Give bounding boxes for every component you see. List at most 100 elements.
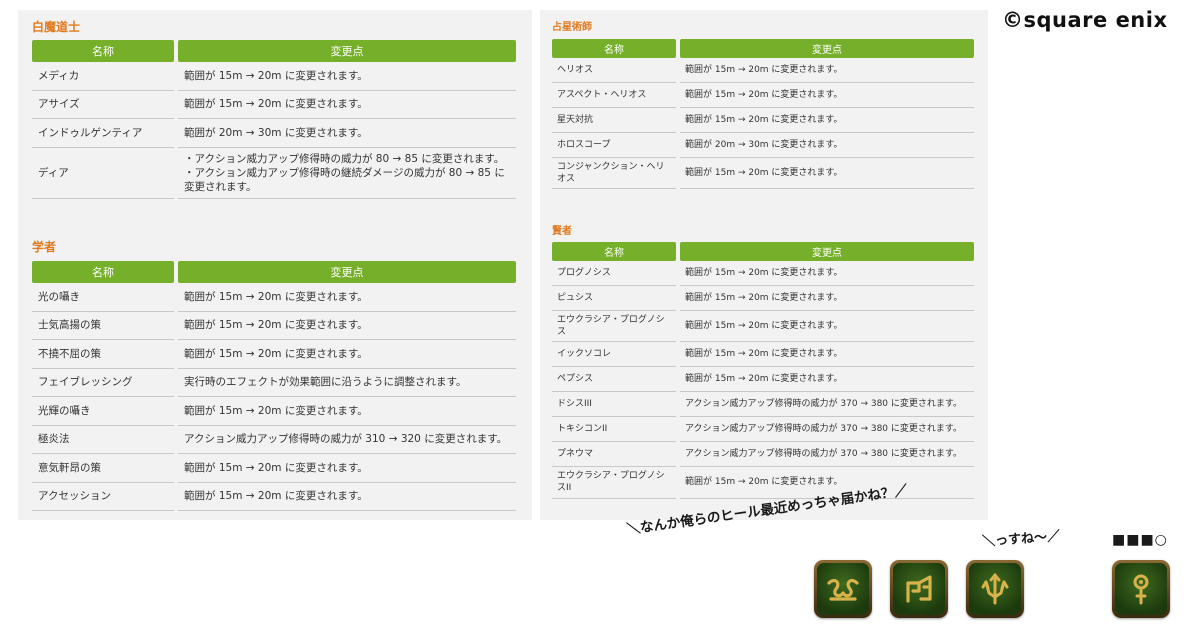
skill-name: ピュシス [552, 286, 676, 311]
table-row: エウクラシア・プログノシス 範囲が 15m → 20m に変更されます。 [552, 311, 974, 343]
skill-name: エウクラシア・プログノシス [552, 311, 676, 343]
scholar-icon-glyph [906, 575, 932, 603]
skill-name: コンジャンクション・ヘリオス [552, 158, 676, 190]
table-row: 光の囁き 範囲が 15m → 20m に変更されます。 [32, 283, 516, 312]
skill-name: 意気軒昂の策 [32, 454, 174, 483]
table-row: アサイズ 範囲が 15m → 20m に変更されます。 [32, 91, 516, 119]
skill-name: イックソコレ [552, 342, 676, 368]
skill-name: インドゥルゲンティア [32, 119, 174, 148]
table-row: アクセッション 範囲が 15m → 20m に変更されます。 [32, 483, 516, 511]
skill-change: 実行時のエフェクトが効果範囲に沿うように調整されます。 [178, 369, 516, 397]
header-name: 名称 [32, 261, 174, 283]
table-row: ディア ・アクション威力アップ修得時の威力が 80 → 85 に変更されます。 … [32, 148, 516, 200]
skill-change: 範囲が 15m → 20m に変更されます。 [178, 283, 516, 312]
skill-change: 範囲が 15m → 20m に変更されます。 [680, 367, 974, 393]
skill-name: メディカ [32, 62, 174, 91]
skill-name: ペプシス [552, 367, 676, 393]
skill-name: 極炎法 [32, 426, 174, 454]
skill-change: 範囲が 15m → 20m に変更されます。 [680, 342, 974, 368]
astrologian-table: 名称 変更点 ヘリオス 範囲が 15m → 20m に変更されます。 アスペクト… [548, 39, 978, 190]
header-name: 名称 [32, 40, 174, 62]
table-row: 星天対抗 範囲が 15m → 20m に変更されます。 [552, 108, 974, 133]
copyright-text: ©square enix [1002, 8, 1168, 32]
speech-line-3: ■■■○ [1112, 532, 1168, 548]
section-title-sage: 賢者 [552, 226, 572, 237]
skill-change: アクション威力アップ修得時の威力が 310 → 320 に変更されます。 [178, 426, 516, 454]
header-change: 変更点 [680, 242, 974, 261]
table-row: フェイブレッシング 実行時のエフェクトが効果範囲に沿うように調整されます。 [32, 369, 516, 397]
section-title-astrologian: 占星術師 [552, 22, 592, 33]
skill-change: アクション威力アップ修得時の威力が 370 → 380 に変更されます。 [680, 442, 974, 468]
skill-name: フェイブレッシング [32, 369, 174, 397]
skill-change: 範囲が 15m → 20m に変更されます。 [178, 483, 516, 511]
table-row: ピュシス 範囲が 15m → 20m に変更されます。 [552, 286, 974, 311]
table-row: コンジャンクション・ヘリオス 範囲が 15m → 20m に変更されます。 [552, 158, 974, 190]
section-title-scholar: 学者 [32, 240, 57, 254]
astrologian-job-icon [1112, 560, 1170, 618]
sage-table: 名称 変更点 プログノシス 範囲が 15m → 20m に変更されます。 ピュシ… [548, 242, 978, 499]
table-row: エウクラシア・プログノシスII 範囲が 15m → 20m に変更されます。 [552, 467, 974, 499]
skill-name: ディア [32, 148, 174, 200]
skill-change: 範囲が 15m → 20m に変更されます。 [178, 91, 516, 119]
header-change: 変更点 [680, 39, 974, 58]
skill-name: 星天対抗 [552, 108, 676, 133]
section-title-white-mage: 白魔道士 [32, 20, 81, 34]
skill-name: アサイズ [32, 91, 174, 119]
right-panel: 占星術師 名称 変更点 ヘリオス 範囲が 15m → 20m に変更されます。 … [540, 10, 988, 520]
header-name: 名称 [552, 39, 676, 58]
skill-name: トキシコンII [552, 417, 676, 443]
skill-change: 範囲が 15m → 20m に変更されます。 [178, 62, 516, 91]
table-row: ホロスコープ 範囲が 20m → 30m に変更されます。 [552, 133, 974, 158]
skill-change: 範囲が 20m → 30m に変更されます。 [680, 133, 974, 158]
header-name: 名称 [552, 242, 676, 261]
table-row: イックソコレ 範囲が 15m → 20m に変更されます。 [552, 342, 974, 368]
skill-change: 範囲が 15m → 20m に変更されます。 [178, 454, 516, 483]
header-change: 変更点 [178, 40, 516, 62]
table-row: 士気高揚の策 範囲が 15m → 20m に変更されます。 [32, 312, 516, 340]
skill-name: ドシスIII [552, 392, 676, 418]
astrologian-icon-glyph [1133, 574, 1149, 605]
table-row: ペプシス 範囲が 15m → 20m に変更されます。 [552, 367, 974, 393]
sage-job-icon [966, 560, 1024, 618]
skill-name: アクセッション [32, 483, 174, 511]
skill-name: プログノシス [552, 261, 676, 286]
skill-change: 範囲が 15m → 20m に変更されます。 [178, 397, 516, 426]
white-mage-icon-glyph [827, 578, 859, 601]
table-row: ヘリオス 範囲が 15m → 20m に変更されます。 [552, 58, 974, 83]
skill-change: アクション威力アップ修得時の威力が 370 → 380 に変更されます。 [680, 417, 974, 443]
scholar-table: 名称 変更点 光の囁き 範囲が 15m → 20m に変更されます。 士気高揚の… [28, 261, 520, 511]
table-row: アスペクト・ヘリオス 範囲が 15m → 20m に変更されます。 [552, 83, 974, 108]
sage-icon-glyph [981, 573, 1009, 605]
skill-name: 不撓不屈の策 [32, 340, 174, 369]
skill-name: ホロスコープ [552, 133, 676, 158]
table-row: インドゥルゲンティア 範囲が 20m → 30m に変更されます。 [32, 119, 516, 148]
skill-change: アクション威力アップ修得時の威力が 370 → 380 に変更されます。 [680, 392, 974, 418]
scholar-job-icon [890, 560, 948, 618]
table-row: 不撓不屈の策 範囲が 15m → 20m に変更されます。 [32, 340, 516, 369]
skill-change: 範囲が 15m → 20m に変更されます。 [680, 83, 974, 108]
skill-name: ヘリオス [552, 58, 676, 83]
white-mage-table: 名称 変更点 メディカ 範囲が 15m → 20m に変更されます。 アサイズ … [28, 40, 520, 200]
skill-name: アスペクト・ヘリオス [552, 83, 676, 108]
skill-change: 範囲が 15m → 20m に変更されます。 [680, 261, 974, 286]
skill-name: 光輝の囁き [32, 397, 174, 426]
skill-name: 光の囁き [32, 283, 174, 312]
table-row: メディカ 範囲が 15m → 20m に変更されます。 [32, 62, 516, 91]
white-mage-job-icon [814, 560, 872, 618]
skill-change: 範囲が 15m → 20m に変更されます。 [178, 340, 516, 369]
table-row: ドシスIII アクション威力アップ修得時の威力が 370 → 380 に変更され… [552, 392, 974, 418]
skill-change: 範囲が 15m → 20m に変更されます。 [680, 311, 974, 343]
skill-name: 士気高揚の策 [32, 312, 174, 340]
skill-change: 範囲が 15m → 20m に変更されます。 [680, 58, 974, 83]
table-row: トキシコンII アクション威力アップ修得時の威力が 370 → 380 に変更さ… [552, 417, 974, 443]
table-row: 光輝の囁き 範囲が 15m → 20m に変更されます。 [32, 397, 516, 426]
table-row: プネウマ アクション威力アップ修得時の威力が 370 → 380 に変更されます… [552, 442, 974, 468]
table-row: プログノシス 範囲が 15m → 20m に変更されます。 [552, 261, 974, 286]
skill-name: プネウマ [552, 442, 676, 468]
table-row: 意気軒昂の策 範囲が 15m → 20m に変更されます。 [32, 454, 516, 483]
skill-name: エウクラシア・プログノシスII [552, 467, 676, 499]
skill-change: 範囲が 15m → 20m に変更されます。 [178, 312, 516, 340]
header-change: 変更点 [178, 261, 516, 283]
skill-change: 範囲が 15m → 20m に変更されます。 [680, 286, 974, 311]
table-row: 極炎法 アクション威力アップ修得時の威力が 310 → 320 に変更されます。 [32, 426, 516, 454]
